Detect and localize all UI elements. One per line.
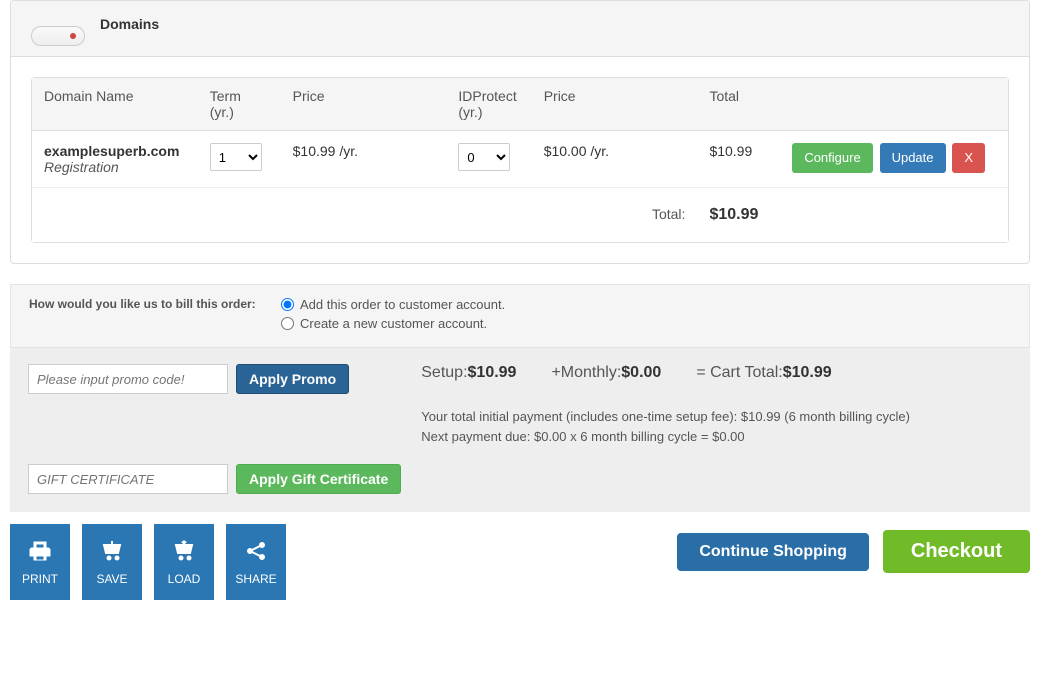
setup-value: $10.99: [468, 364, 517, 381]
col-total: Total: [697, 78, 780, 131]
domains-title: Domains: [100, 16, 159, 32]
footer-bar: PRINT SAVE LOAD SHARE Co: [10, 512, 1030, 610]
idprice-cell: $10.00 /yr.: [532, 131, 698, 188]
domain-name: examplesuperb.com: [44, 143, 186, 159]
continue-shopping-button[interactable]: Continue Shopping: [677, 533, 869, 571]
billing-radio-new[interactable]: [281, 317, 294, 330]
cart-total-label: = Cart Total:: [696, 364, 782, 381]
save-label: SAVE: [96, 572, 127, 586]
setup-label: Setup:: [421, 364, 467, 381]
billing-panel: How would you like us to bill this order…: [10, 284, 1030, 348]
col-domain: Domain Name: [32, 78, 198, 131]
term-select[interactable]: 1: [210, 143, 262, 171]
idprotect-select[interactable]: 0: [458, 143, 510, 171]
update-button[interactable]: Update: [880, 143, 946, 173]
table-row: examplesuperb.com Registration 1 $10.99 …: [32, 131, 1008, 188]
total-value: $10.99: [697, 188, 780, 243]
col-term: Term (yr.): [198, 78, 281, 131]
billing-option-new-label: Create a new customer account.: [300, 316, 487, 331]
billing-question: How would you like us to bill this order…: [29, 297, 281, 335]
summary-note-2: Next payment due: $0.00 x 6 month billin…: [421, 427, 1012, 447]
col-price: Price: [281, 78, 447, 131]
domains-header: Domains: [11, 1, 1029, 57]
domains-table: Domain Name Term (yr.) Price IDProtect (…: [32, 78, 1008, 242]
monthly-label: +Monthly:: [551, 364, 621, 381]
print-label: PRINT: [22, 572, 58, 586]
gift-certificate-input[interactable]: [28, 464, 228, 494]
col-idprice: Price: [532, 78, 698, 131]
promo-panel: Apply Promo Apply Gift Certificate Setup…: [10, 348, 1030, 512]
billing-radio-existing[interactable]: [281, 298, 294, 311]
total-label: Total:: [532, 188, 698, 243]
configure-button[interactable]: Configure: [792, 143, 872, 173]
print-icon: [26, 539, 54, 566]
billing-option-new[interactable]: Create a new customer account.: [281, 316, 1011, 331]
billing-option-existing[interactable]: Add this order to customer account.: [281, 297, 1011, 312]
cart-up-icon: [170, 539, 198, 566]
col-idprotect: IDProtect (yr.): [446, 78, 531, 131]
domain-type: Registration: [44, 159, 186, 175]
cart-down-icon: [98, 539, 126, 566]
price-cell: $10.99 /yr.: [281, 131, 447, 188]
checkout-button[interactable]: Checkout: [883, 530, 1030, 573]
summary-top: Setup:$10.99 +Monthly:$0.00 = Cart Total…: [421, 364, 1012, 382]
promo-code-input[interactable]: [28, 364, 228, 394]
remove-button[interactable]: X: [952, 143, 985, 173]
share-button[interactable]: SHARE: [226, 524, 286, 600]
print-button[interactable]: PRINT: [10, 524, 70, 600]
apply-gift-button[interactable]: Apply Gift Certificate: [236, 464, 401, 494]
domains-panel: Domains Domain Name Term (yr.) Price IDP…: [10, 0, 1030, 264]
summary-note-1: Your total initial payment (includes one…: [421, 407, 1012, 427]
billing-option-existing-label: Add this order to customer account.: [300, 297, 505, 312]
share-icon: [242, 539, 270, 566]
monthly-value: $0.00: [621, 364, 661, 381]
load-label: LOAD: [168, 572, 201, 586]
col-actions: [780, 78, 1008, 131]
cart-total-value: $10.99: [783, 364, 832, 381]
save-button[interactable]: SAVE: [82, 524, 142, 600]
load-button[interactable]: LOAD: [154, 524, 214, 600]
share-label: SHARE: [235, 572, 276, 586]
apply-promo-button[interactable]: Apply Promo: [236, 364, 349, 394]
total-row: Total: $10.99: [32, 188, 1008, 243]
domain-icon: [31, 26, 85, 46]
row-total: $10.99: [697, 131, 780, 188]
